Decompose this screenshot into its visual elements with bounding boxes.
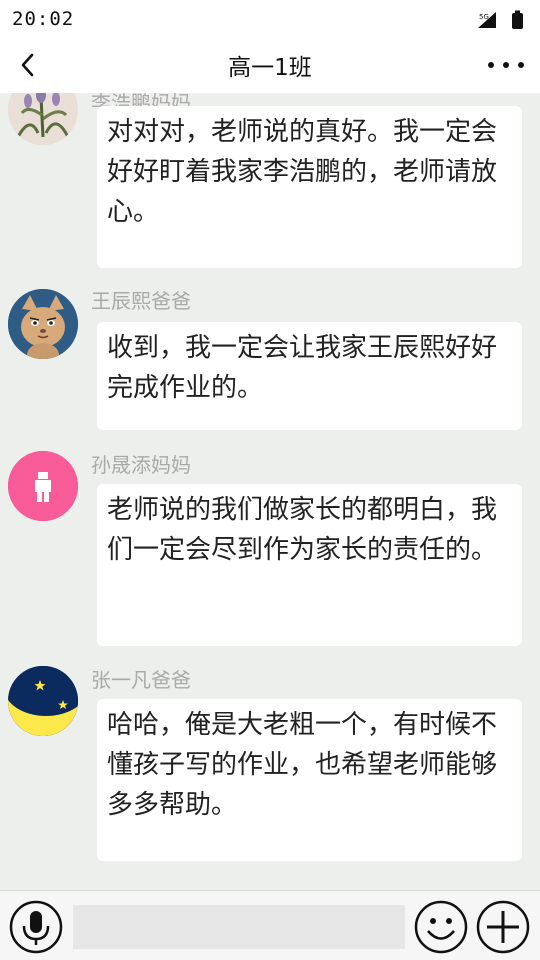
message-text-input[interactable] [73,905,405,949]
sender-avatar-cat[interactable] [8,289,78,359]
sender-name: 张一凡爸爸 [91,668,191,692]
message-bubble[interactable]: 对对对，老师说的真好。我一定会好好盯着我家李浩鹏的，老师请放心。 [97,106,522,268]
plant-painting-icon [8,93,78,145]
more-options-button[interactable] [486,52,526,78]
message-bubble[interactable]: 哈哈，俺是大老粗一个，有时候不懂孩子写的作业，也希望老师能够多多帮助。 [97,699,522,861]
plus-icon [476,900,530,954]
nav-bar: 高一1班 [0,40,540,93]
more-actions-button[interactable] [476,900,530,954]
emoji-button[interactable] [414,900,468,954]
message-bubble[interactable]: 老师说的我们做家长的都明白，我们一定会尽到作为家长的责任的。 [97,484,522,646]
sender-name: 孙晟添妈妈 [91,453,191,477]
message-bubble[interactable]: 收到，我一定会让我家王辰熙好好完成作业的。 [97,322,522,430]
status-time: 20:02 [12,8,75,30]
chat-message-list[interactable]: 李浩鹏妈妈 对对对，老师说的真好。我一定会好好盯着我家李浩鹏的，老师请放心。 王… [0,93,540,890]
smiley-face-icon [414,900,468,954]
cartoon-cat-icon [8,289,78,359]
signal-icon: 5G [478,12,496,28]
input-bar [0,890,540,960]
more-dots-icon [488,62,524,68]
status-bar: 20:02 5G [0,0,540,40]
moon-stars-icon [8,666,78,736]
sender-name: 王辰熙爸爸 [91,289,191,313]
network-label: 5G [479,13,489,21]
page-title: 高一1班 [228,55,312,81]
person-icon [8,451,78,521]
sender-avatar-plant[interactable] [8,93,78,145]
microphone-icon [9,900,63,954]
battery-icon [512,10,523,29]
sender-avatar-moon[interactable] [8,666,78,736]
voice-input-button[interactable] [9,900,63,954]
sender-avatar-person[interactable] [8,451,78,521]
status-icons: 5G [476,10,528,34]
